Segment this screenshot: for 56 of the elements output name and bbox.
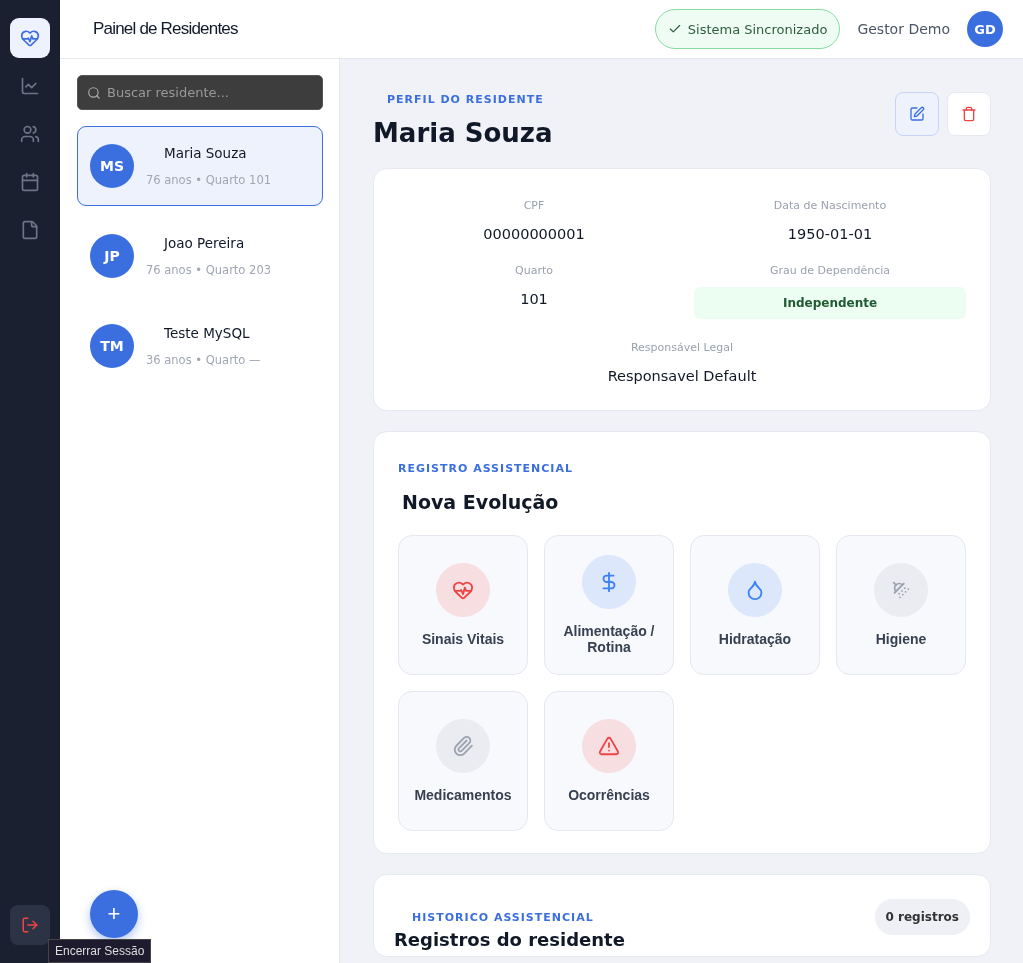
- evolution-tile[interactable]: Hidratação: [690, 535, 820, 675]
- evolution-tile[interactable]: Medicamentos: [398, 691, 528, 831]
- document-icon: [20, 220, 40, 240]
- resident-name: Teste MySQL: [163, 325, 251, 341]
- field-label: Responsável Legal: [630, 341, 734, 354]
- resident-title: Maria Souza: [373, 118, 553, 148]
- edit-icon: [909, 106, 925, 122]
- evolution-tile[interactable]: Ocorrências: [544, 691, 674, 831]
- resident-details: 36 anos • Quarto —: [146, 353, 261, 367]
- add-resident-button[interactable]: +: [90, 890, 138, 938]
- page-title: Painel de Residentes: [93, 19, 239, 39]
- evolution-tile[interactable]: Higiene: [836, 535, 966, 675]
- resident-avatar: MS: [90, 144, 134, 188]
- resident-avatar: TM: [90, 324, 134, 368]
- calendar-icon: [20, 172, 40, 192]
- line-chart-icon: [20, 76, 40, 96]
- resident-name: Joao Pereira: [162, 235, 246, 251]
- field-value: 00000000001: [483, 226, 585, 242]
- delete-button[interactable]: [947, 92, 991, 136]
- section-eyebrow: REGISTRO ASSISTENCIAL: [398, 462, 574, 475]
- field-value: 101: [520, 291, 548, 307]
- search-field[interactable]: Buscar residente...: [77, 75, 323, 110]
- heart-pulse-icon: [20, 28, 40, 48]
- trash-icon: [961, 106, 977, 122]
- resident-avatar: JP: [90, 234, 134, 278]
- resident-item[interactable]: TM Teste MySQL 36 anos • Quarto —: [77, 306, 323, 386]
- sync-status-text: Sistema Sincronizado: [687, 21, 828, 37]
- tooltip: Encerrar Sessão: [48, 939, 152, 963]
- section-title: Nova Evolução: [402, 491, 560, 513]
- resident-details: 76 anos • Quarto 101: [146, 173, 271, 187]
- logout-button[interactable]: [10, 905, 50, 945]
- field-label: Quarto: [515, 264, 553, 277]
- record-count: 0 registros: [874, 899, 970, 935]
- resident-item[interactable]: JP Joao Pereira 76 anos • Quarto 203: [77, 216, 323, 296]
- section-eyebrow: HISTORICO ASSISTENCIAL: [412, 910, 594, 924]
- dependency-badge: Independente: [694, 287, 966, 319]
- nav-button[interactable]: [10, 18, 50, 58]
- section-eyebrow: PERFIL DO RESIDENTE: [386, 93, 545, 106]
- field-value: Responsavel Default: [607, 368, 757, 384]
- resident-details: 76 anos • Quarto 203: [146, 263, 271, 277]
- field-value: 1950-01-01: [787, 226, 873, 242]
- evolution-tile[interactable]: Sinais Vitais: [398, 535, 528, 675]
- resident-name: Maria Souza: [163, 145, 248, 161]
- field-label: Data de Nascimento: [773, 199, 887, 212]
- resident-item[interactable]: MS Maria Souza 76 anos • Quarto 101: [77, 126, 323, 206]
- field-label: CPF: [523, 199, 545, 212]
- users-icon: [20, 124, 40, 144]
- field-label: Grau de Dependência: [770, 264, 890, 277]
- search-icon: [87, 86, 101, 100]
- edit-button[interactable]: [895, 92, 939, 136]
- evolution-tile[interactable]: Alimentação / Rotina: [544, 535, 674, 675]
- user-avatar[interactable]: GD: [967, 11, 1003, 47]
- logout-icon: [21, 916, 39, 934]
- section-title: Registros do residente: [394, 929, 626, 950]
- check-icon: [667, 22, 682, 36]
- user-name: Gestor Demo: [857, 21, 950, 37]
